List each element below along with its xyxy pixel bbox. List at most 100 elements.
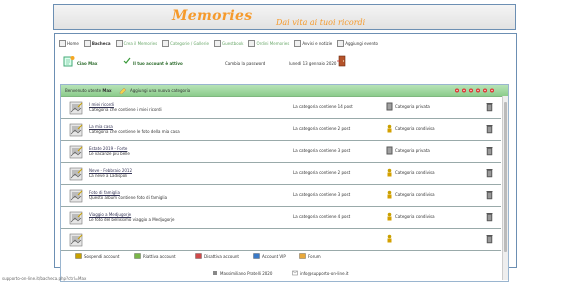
- category-type: Categoria condivisa: [395, 170, 435, 175]
- category-thumbnail-icon[interactable]: [69, 211, 83, 226]
- greeting: Ciao Max: [77, 61, 98, 66]
- site-subtitle: Dai vita ai tuoi ricordi: [276, 18, 366, 27]
- category-description: La neve a Ladispoli: [89, 173, 128, 178]
- action-label: Account VIP: [262, 254, 286, 259]
- category-thumbnail-icon[interactable]: [69, 123, 83, 138]
- category-post-count: La categoria contiene 14 post: [293, 104, 353, 109]
- category-post-count: La categoria contiene 4 post: [293, 214, 351, 219]
- action-icon: [299, 253, 306, 260]
- footer-copyright-text: Massimiliano Pratelli 2020: [220, 271, 273, 276]
- category-thumbnail-icon[interactable]: [69, 101, 83, 116]
- add-category-link[interactable]: Aggiungi una nuova categoria: [130, 88, 190, 93]
- status-bar-url: supporto-on-line.it/bacheca.php?ctrl=Max: [2, 276, 87, 281]
- category-thumbnail-icon[interactable]: [69, 167, 83, 182]
- shared-icon: [386, 124, 393, 134]
- user-row: Ciao Max Il tuo account è attivo Cambia …: [55, 52, 516, 72]
- action-1[interactable]: Riattiva account: [134, 253, 176, 260]
- category-row: La mia casa Categoria che contiene le fot…: [61, 119, 501, 141]
- category-row: I miei ricordi Categoria che contiene i m…: [61, 97, 501, 119]
- nav-item-5[interactable]: Ordini Memories: [248, 39, 290, 47]
- action-icon: [134, 253, 141, 260]
- nav-item-icon: [294, 39, 302, 47]
- add-category-icon[interactable]: [119, 86, 128, 95]
- category-row: [61, 229, 501, 251]
- trash-icon[interactable]: [486, 168, 493, 179]
- flowers-decoration-icon: [454, 87, 498, 95]
- mail-icon: [292, 270, 298, 277]
- nav-item-label: Bacheca: [91, 40, 111, 46]
- nav-item-label: Crea il Memories: [123, 40, 158, 46]
- action-3[interactable]: Account VIP: [253, 253, 286, 260]
- action-label: Sospendi account: [84, 254, 120, 259]
- nav-bar: Home Bacheca Crea il Memories Categorie / G…: [55, 38, 520, 48]
- welcome-user: Max: [102, 88, 112, 93]
- nav-item-3[interactable]: Categorie / Gallerie: [162, 39, 209, 47]
- footer-email-text[interactable]: info@supporto-on-line.it: [300, 271, 349, 276]
- trash-icon[interactable]: [486, 124, 493, 135]
- lock-icon: [386, 146, 393, 156]
- category-description: Categoria che contiene le foto della mia…: [89, 129, 180, 134]
- shared-icon: [386, 212, 393, 222]
- nav-item-6[interactable]: Avvisi e notizie: [294, 39, 332, 47]
- check-icon: [123, 57, 131, 66]
- action-icon: [253, 253, 260, 260]
- nav-item-0[interactable]: Home: [59, 39, 79, 47]
- nav-item-label: Categorie / Gallerie: [170, 40, 209, 46]
- category-description: Questo album contiene foto di famiglia: [89, 195, 168, 200]
- category-row: Viaggio a Medjugorje Le foto del bellissi…: [61, 207, 501, 229]
- nav-item-icon: [162, 39, 170, 47]
- scrollbar-thumb[interactable]: [504, 102, 507, 252]
- nav-item-1[interactable]: Bacheca: [83, 39, 111, 47]
- shared-icon: [386, 168, 393, 178]
- current-date: lunedì 13 gennaio 2020: [289, 61, 337, 66]
- nav-item-icon: [337, 39, 345, 47]
- nav-item-icon: [213, 39, 221, 47]
- trash-icon[interactable]: [486, 190, 493, 201]
- trash-icon[interactable]: [486, 212, 493, 223]
- nav-item-7[interactable]: Aggiungi evento: [337, 39, 378, 47]
- logout-door-icon[interactable]: [337, 55, 347, 68]
- category-type: Categoria condivisa: [395, 214, 435, 219]
- nav-item-label: Home: [67, 40, 79, 46]
- nav-item-icon: [59, 39, 66, 47]
- shared-icon: [386, 190, 393, 200]
- category-row: Neve - Febbraio 2012 La neve a Ladispoli L…: [61, 163, 501, 185]
- category-description: Le vacanze più belle: [89, 151, 130, 156]
- nav-item-label: Ordini Memories: [256, 40, 290, 46]
- category-thumbnail-icon[interactable]: [69, 233, 83, 248]
- shared-icon: [386, 234, 393, 244]
- action-4[interactable]: Forum: [299, 253, 321, 260]
- action-2[interactable]: Disattiva account: [195, 253, 239, 260]
- nav-item-icon: [248, 39, 256, 47]
- action-0[interactable]: Sospendi account: [75, 253, 119, 260]
- nav-item-icon: [115, 39, 123, 47]
- account-status: Il tuo account è attivo: [133, 61, 183, 66]
- trash-icon[interactable]: [486, 146, 493, 157]
- category-row: Estate 2019 - Forte Le vacanze più belle L…: [61, 141, 501, 163]
- category-post-count: La categoria contiene 3 post: [293, 192, 351, 197]
- footer-copyright: Massimiliano Pratelli 2020: [212, 270, 272, 277]
- change-password-link[interactable]: Cambia la password: [225, 61, 265, 66]
- action-label: Riattiva account: [143, 254, 176, 259]
- nav-item-2[interactable]: Crea il Memories: [115, 39, 158, 47]
- category-type: Categoria condivisa: [395, 126, 435, 131]
- trash-icon[interactable]: [486, 234, 493, 245]
- phone-icon: [212, 270, 218, 277]
- footer-email[interactable]: info@supporto-on-line.it: [292, 270, 349, 277]
- main-frame: Home Bacheca Crea il Memories Categorie / G…: [54, 33, 520, 282]
- category-thumbnail-icon[interactable]: [69, 189, 83, 204]
- category-post-count: La categoria contiene 2 post: [293, 126, 351, 131]
- lock-icon: [386, 102, 393, 112]
- action-icon: [195, 253, 202, 260]
- category-post-count: La categoria contiene 2 post: [293, 170, 351, 175]
- category-description: Le foto del bellissimo viaggio a Medjugo…: [89, 217, 175, 222]
- action-label: Disattiva account: [204, 254, 239, 259]
- nav-item-label: Guestbook: [221, 40, 244, 46]
- nav-item-4[interactable]: Guestbook: [213, 39, 244, 47]
- category-type: Categoria privata: [395, 148, 430, 153]
- trash-icon[interactable]: [486, 102, 493, 113]
- welcome-bar: Benvenuto utente Max Aggiungi una nuova …: [61, 85, 508, 97]
- category-thumbnail-icon[interactable]: [69, 145, 83, 160]
- user-icon: [63, 55, 75, 68]
- action-icon: [75, 253, 82, 260]
